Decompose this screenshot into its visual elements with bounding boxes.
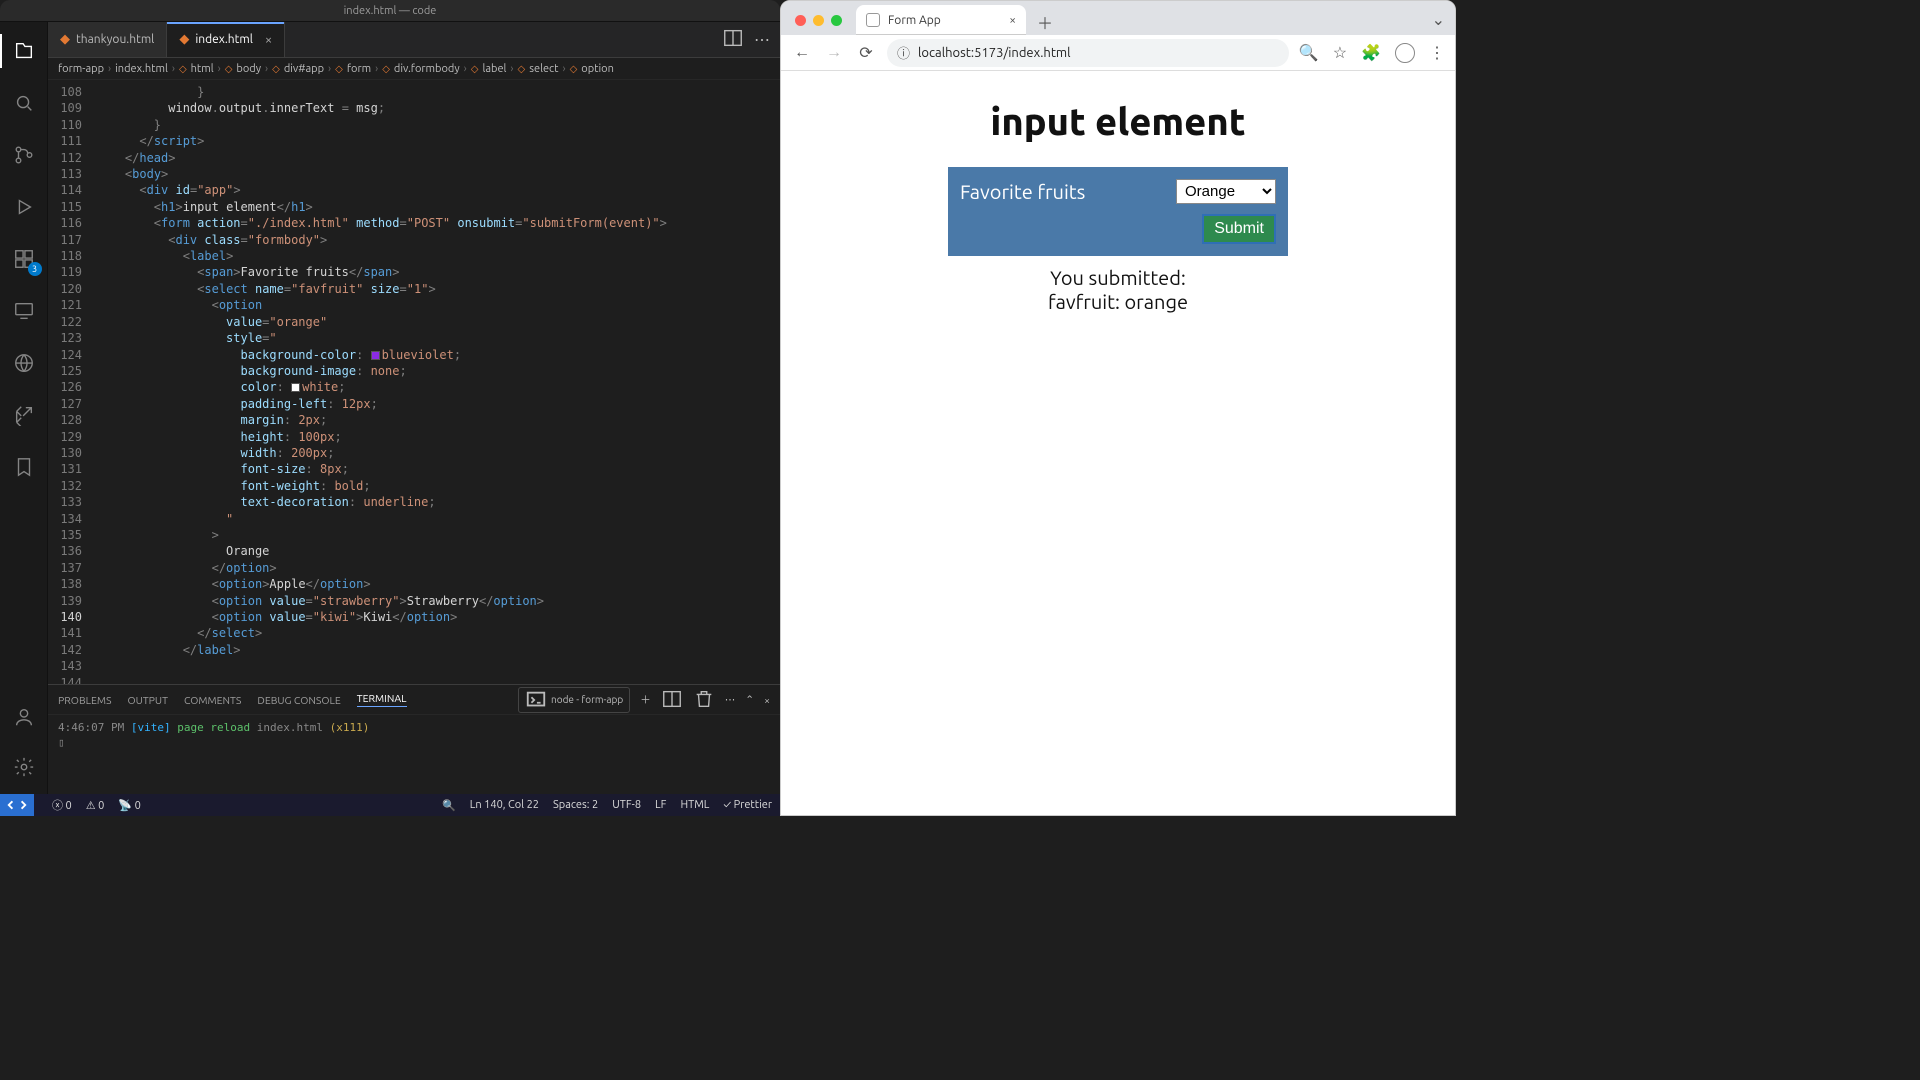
terminal-output[interactable]: 4:46:07 PM [vite] page reload index.html… <box>48 715 780 794</box>
status-eol[interactable]: LF <box>655 799 666 811</box>
panel-tab-terminal[interactable]: TERMINAL <box>357 692 407 707</box>
remote-explorer-icon[interactable] <box>0 290 48 332</box>
panel-more-icon[interactable]: ⋯ <box>725 693 736 706</box>
tab-label: thankyou.html <box>76 33 154 46</box>
run-debug-icon[interactable] <box>0 186 48 228</box>
zoom-icon[interactable]: 🔍 <box>1299 43 1319 63</box>
form-output: You submitted: favfruit: orange <box>1048 266 1188 314</box>
chrome-menu-icon[interactable]: ⋮ <box>1429 43 1445 63</box>
close-panel-icon[interactable]: × <box>764 694 770 706</box>
site-info-icon[interactable]: ⓘ <box>897 43 910 62</box>
forward-button[interactable]: → <box>823 43 845 62</box>
html-file-icon: ◆ <box>60 32 70 47</box>
explorer-icon[interactable] <box>0 30 48 72</box>
maximize-window-icon[interactable] <box>831 15 842 26</box>
remote-indicator[interactable] <box>0 794 34 816</box>
code-content[interactable]: } window.output.innerText = msg; } </scr… <box>96 80 780 684</box>
code-editor[interactable]: 1081091101111121131141151161171181191201… <box>48 80 780 684</box>
panel-tab-debug-console[interactable]: DEBUG CONSOLE <box>257 694 340 706</box>
breadcrumb-item[interactable]: form-app <box>58 63 104 75</box>
more-actions-icon[interactable]: ⋯ <box>754 30 770 49</box>
close-tab-icon[interactable]: × <box>1009 14 1016 27</box>
status-prettier[interactable]: ✓ Prettier <box>723 799 772 811</box>
breadcrumb-item[interactable]: ◇option <box>570 63 614 75</box>
page-title: input element <box>990 101 1245 143</box>
breadcrumb[interactable]: form-app›index.html›◇html›◇body›◇div#app… <box>48 58 780 80</box>
panel-tab-problems[interactable]: PROBLEMS <box>58 694 112 706</box>
breadcrumb-item[interactable]: ◇label <box>471 63 507 75</box>
line-number-gutter: 1081091101111121131141151161171181191201… <box>48 80 96 684</box>
minimize-window-icon[interactable] <box>813 15 824 26</box>
new-terminal-icon[interactable]: ＋ <box>640 692 651 707</box>
chevron-down-icon[interactable]: ⌄ <box>1422 4 1455 35</box>
chrome-toolbar: ← → ⟳ ⓘ localhost:5173/index.html 🔍 ☆ 🧩 … <box>781 35 1455 71</box>
maximize-panel-icon[interactable]: ⌃ <box>745 693 754 706</box>
panel-tabs: PROBLEMS OUTPUT COMMENTS DEBUG CONSOLE TERMI… <box>48 685 780 715</box>
vscode-titlebar: index.html — code <box>0 0 780 22</box>
status-bar: ⓧ 0 ⚠ 0 📡 0 🔍 Ln 140, Col 22 Spaces: 2 U… <box>0 794 780 816</box>
browser-tab[interactable]: Form App × <box>856 5 1026 35</box>
status-warnings[interactable]: ⚠ 0 <box>86 799 105 812</box>
split-editor-icon[interactable] <box>722 27 744 53</box>
panel-tab-output[interactable]: OUTPUT <box>128 694 168 706</box>
window-controls <box>789 5 850 35</box>
breadcrumb-item[interactable]: ◇form <box>335 63 371 75</box>
favorite-fruits-label: Favorite fruits <box>960 180 1085 203</box>
testing-icon[interactable] <box>0 394 48 436</box>
extensions-badge: 3 <box>28 262 42 276</box>
reload-button[interactable]: ⟳ <box>855 43 877 62</box>
tab-index[interactable]: ◆ index.html × <box>167 22 285 57</box>
settings-gear-icon[interactable] <box>0 746 48 788</box>
bottom-panel: PROBLEMS OUTPUT COMMENTS DEBUG CONSOLE TERMI… <box>48 684 780 794</box>
breadcrumb-item[interactable]: ◇body <box>225 63 261 75</box>
breadcrumb-item[interactable]: ◇select <box>518 63 559 75</box>
address-bar[interactable]: ⓘ localhost:5173/index.html <box>887 39 1289 67</box>
activity-bar: 3 <box>0 22 48 794</box>
tab-thankyou[interactable]: ◆ thankyou.html <box>48 22 167 57</box>
status-indent[interactable]: Spaces: 2 <box>553 799 598 811</box>
status-ports[interactable]: 📡 0 <box>118 799 140 812</box>
submit-button[interactable]: Submit <box>1202 214 1276 244</box>
new-tab-button[interactable]: ＋ <box>1032 9 1058 35</box>
accounts-icon[interactable] <box>0 696 48 738</box>
vscode-title: index.html — code <box>344 5 437 17</box>
editor-tabs: ◆ thankyou.html ◆ index.html × ⋯ <box>48 22 780 58</box>
breadcrumb-item[interactable]: ◇div#app <box>272 63 324 75</box>
search-icon[interactable] <box>0 82 48 124</box>
chrome-window: Form App × ＋ ⌄ ← → ⟳ ⓘ localhost:5173/in… <box>780 0 1456 816</box>
status-errors[interactable]: ⓧ 0 <box>52 797 72 813</box>
kill-terminal-icon[interactable] <box>693 688 715 712</box>
panel-tab-comments[interactable]: COMMENTS <box>184 694 241 706</box>
close-window-icon[interactable] <box>795 15 806 26</box>
favfruit-select[interactable]: Orange <box>1176 179 1276 204</box>
split-terminal-icon[interactable] <box>661 688 683 712</box>
magnify-icon[interactable]: 🔍 <box>442 799 456 812</box>
html-file-icon: ◆ <box>179 32 189 47</box>
live-share-icon[interactable] <box>0 342 48 384</box>
breadcrumb-item[interactable]: index.html <box>115 63 168 75</box>
chrome-tabstrip: Form App × ＋ ⌄ <box>781 1 1455 35</box>
status-encoding[interactable]: UTF-8 <box>612 799 641 811</box>
status-lang[interactable]: HTML <box>680 799 709 811</box>
tab-label: index.html <box>195 33 253 46</box>
back-button[interactable]: ← <box>791 43 813 62</box>
extensions-icon[interactable]: 3 <box>0 238 48 280</box>
bookmark-star-icon[interactable]: ☆ <box>1333 43 1347 63</box>
status-cursor[interactable]: Ln 140, Col 22 <box>470 799 539 811</box>
source-control-icon[interactable] <box>0 134 48 176</box>
url-text: localhost:5173/index.html <box>918 46 1071 60</box>
form-body: Favorite fruits Orange Submit <box>948 167 1288 256</box>
browser-tab-title: Form App <box>888 14 941 27</box>
profile-avatar-icon[interactable] <box>1395 43 1415 63</box>
breadcrumb-item[interactable]: ◇html <box>179 63 214 75</box>
bookmarks-icon[interactable] <box>0 446 48 488</box>
vscode-window: index.html — code 3 <box>0 0 780 816</box>
breadcrumb-item[interactable]: ◇div.formbody <box>382 63 459 75</box>
terminal-task-picker[interactable]: node - form-app <box>518 687 630 713</box>
favicon-icon <box>866 13 880 27</box>
page-viewport: input element Favorite fruits Orange Sub… <box>781 71 1455 815</box>
extensions-puzzle-icon[interactable]: 🧩 <box>1361 43 1381 63</box>
close-icon[interactable]: × <box>265 33 272 47</box>
